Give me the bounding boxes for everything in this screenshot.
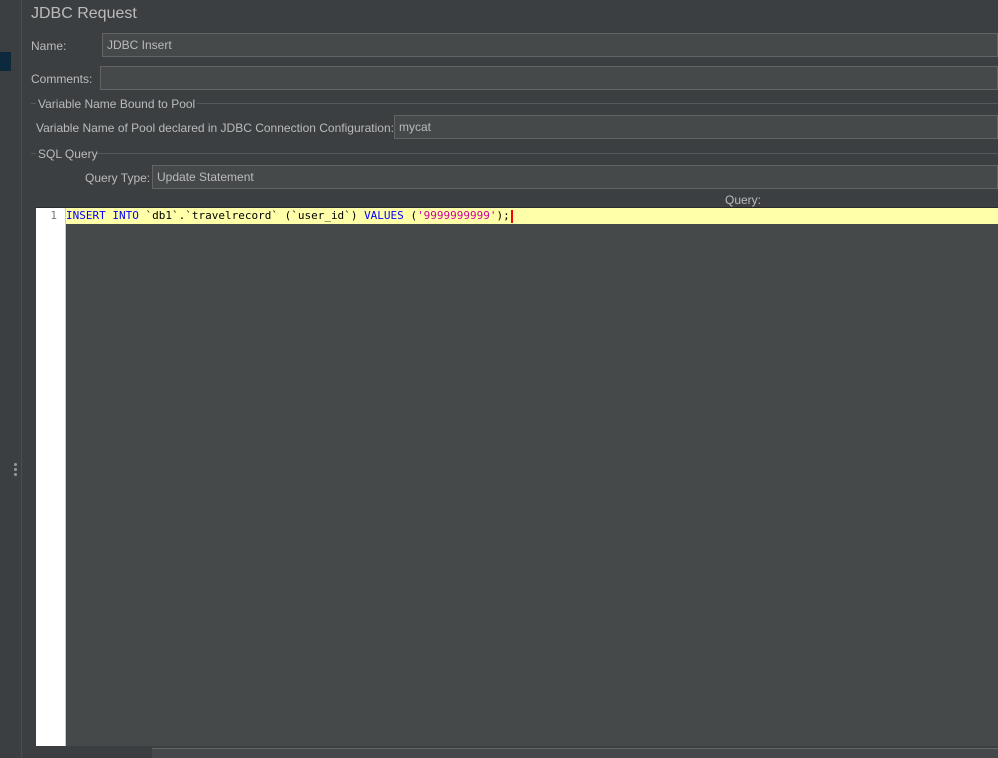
pool-variable-field[interactable]: mycat	[394, 115, 998, 139]
line-number: 1	[50, 209, 57, 222]
pool-group-border	[197, 103, 998, 104]
panel-title: JDBC Request	[31, 5, 137, 22]
keyword-values: VALUES	[364, 209, 404, 222]
sql-group-title: SQL Query	[38, 147, 98, 161]
name-field[interactable]: JDBC Insert	[102, 33, 998, 57]
query-type-label: Query Type:	[85, 171, 151, 185]
splitter-grip-icon[interactable]	[13, 463, 19, 479]
paren-close: )	[350, 209, 358, 222]
panel-splitter[interactable]	[11, 0, 22, 757]
keyword-insert: INSERT	[66, 209, 106, 222]
keyword-into: INTO	[112, 209, 139, 222]
pool-group-border-left	[31, 103, 36, 104]
name-label: Name:	[31, 39, 67, 53]
statement-end: );	[496, 209, 510, 222]
sql-editor[interactable]: 1 INSERT INTO `db1`.`travelrecord` (`use…	[36, 207, 998, 747]
comments-label: Comments:	[31, 72, 93, 86]
editor-gutter: 1	[36, 208, 66, 747]
table-identifier: `db1`.`travelrecord`	[138, 209, 285, 222]
code-line[interactable]: INSERT INTO `db1`.`travelrecord` (`user_…	[66, 208, 513, 224]
tree-selected-item[interactable]	[0, 52, 11, 71]
pool-variable-label: Variable Name of Pool declared in JDBC C…	[36, 121, 394, 135]
comments-field[interactable]	[100, 66, 998, 90]
query-type-select[interactable]: Update Statement	[152, 165, 998, 189]
sql-group-border	[97, 153, 998, 154]
text-cursor	[510, 209, 513, 223]
sql-group-border-left	[31, 153, 36, 154]
column-identifier: `user_id`	[291, 209, 351, 222]
string-literal: '9999999999'	[417, 209, 497, 222]
pool-group-title: Variable Name Bound to Pool	[38, 97, 196, 111]
query-label: Query:	[725, 193, 762, 207]
